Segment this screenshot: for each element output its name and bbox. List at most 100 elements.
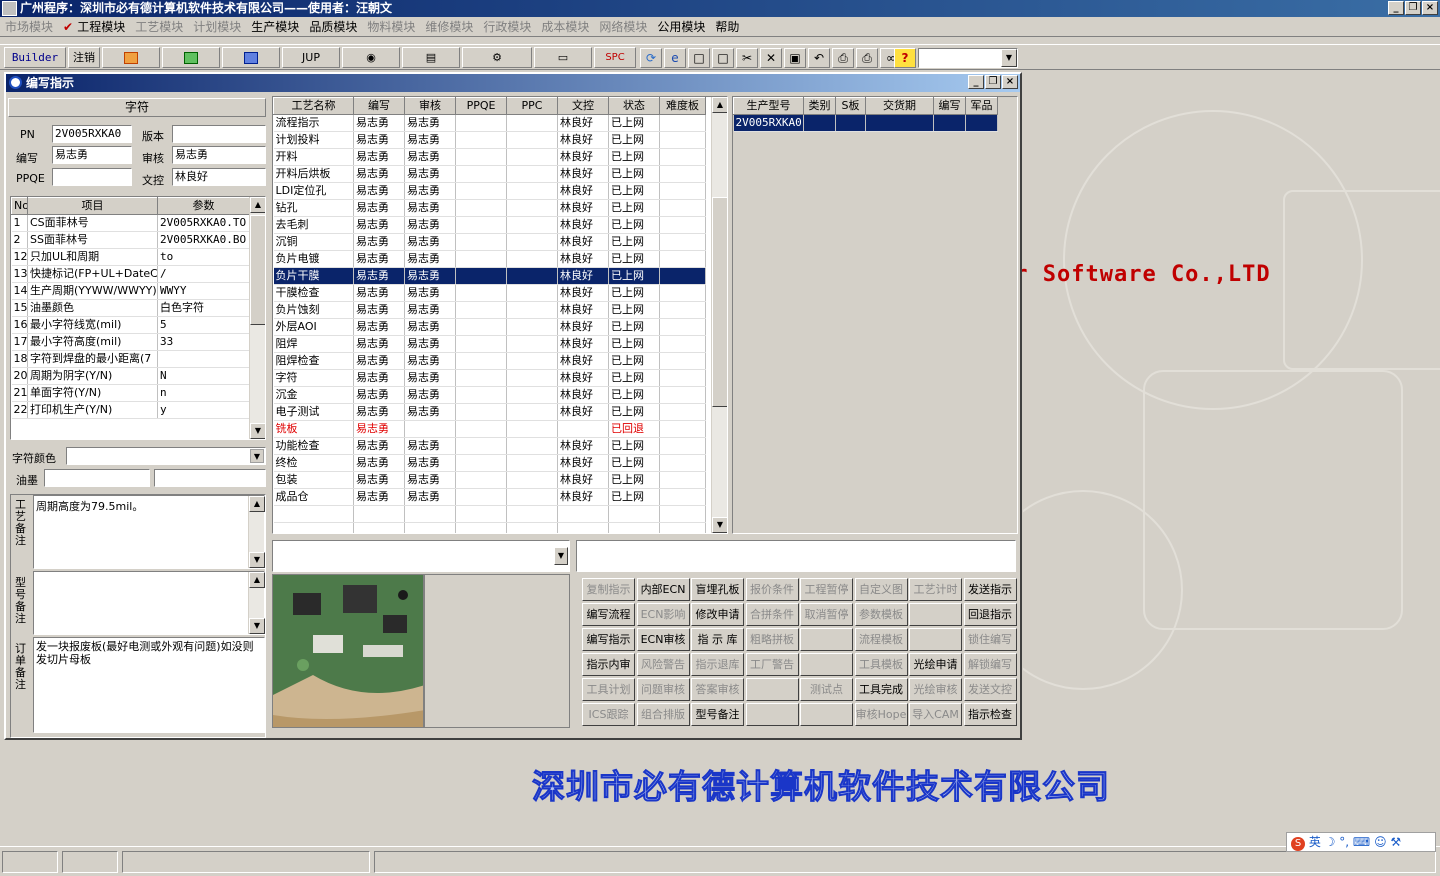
process-row[interactable]: 去毛刺 易志勇 易志勇 林良好 已上网 <box>273 216 706 234</box>
action-button-31[interactable]: 解锁编写 <box>963 653 1017 676</box>
action-button-5[interactable]: 自定义图 <box>854 578 908 601</box>
action-button-26[interactable]: 指示退库 <box>691 653 744 676</box>
process-col-2[interactable]: 审核 <box>404 97 456 115</box>
scroll-down-icon[interactable]: ▼ <box>712 517 727 533</box>
user-icon[interactable]: ☺ <box>1374 835 1387 849</box>
menu-item-12[interactable]: 帮助 <box>710 17 744 37</box>
action-button-22[interactable] <box>909 628 962 651</box>
network-button[interactable]: ⚙ <box>462 47 532 68</box>
action-button-11[interactable]: 合拼条件 <box>745 603 799 626</box>
action-button-40[interactable]: ICS跟踪 <box>582 703 635 726</box>
spc-button[interactable]: SPC <box>594 47 636 68</box>
process-row[interactable]: 负片电镀 易志勇 易志勇 林良好 已上网 <box>273 250 706 268</box>
menu-item-6[interactable]: 物料模块 <box>362 17 420 37</box>
process-col-7[interactable]: 难度板 <box>659 97 706 115</box>
action-button-24[interactable]: 指示内审 <box>582 653 635 676</box>
action-button-16[interactable]: 编写指示 <box>582 628 635 651</box>
process-row[interactable]: 包装 易志勇 易志勇 林良好 已上网 <box>273 471 706 489</box>
wrench-icon[interactable]: ⚒ <box>1390 835 1401 849</box>
menu-item-5[interactable]: 品质模块 <box>304 17 362 37</box>
writer-field[interactable]: 易志勇 <box>52 146 132 164</box>
action-button-13[interactable]: 参数模板 <box>854 603 908 626</box>
scroll-thumb[interactable] <box>712 197 727 407</box>
toolbar-combo[interactable]: ▼ <box>918 48 1018 68</box>
action-button-37[interactable]: 工具完成 <box>854 678 908 701</box>
ppqe-field[interactable] <box>52 168 132 186</box>
ime-mode[interactable]: 英 <box>1309 835 1321 849</box>
process-note-field[interactable]: 周期高度为79.5mil。 ▲ ▼ <box>33 495 265 569</box>
col-value[interactable]: 参数 <box>157 197 250 215</box>
process-row[interactable]: 开料 易志勇 易志勇 林良好 已上网 <box>273 148 706 166</box>
process-col-1[interactable]: 编写 <box>353 97 405 115</box>
keyboard-icon[interactable]: ⌨ <box>1353 835 1370 849</box>
model-note-field[interactable]: ▲ ▼ <box>33 571 265 635</box>
param-row[interactable]: 12 只加UL和周期 to <box>11 248 250 266</box>
preview-button[interactable]: ⎙ <box>832 48 854 68</box>
process-row[interactable]: 电子测试 易志勇 易志勇 林良好 已上网 <box>273 403 706 421</box>
model-row[interactable]: 2V005RXKA0 <box>733 114 998 132</box>
chevron-down-icon[interactable]: ▼ <box>1001 49 1017 67</box>
action-button-3[interactable]: 报价条件 <box>745 578 799 601</box>
jup-button[interactable]: JUP <box>282 47 340 68</box>
col-item[interactable]: 项目 <box>27 197 158 215</box>
action-button-6[interactable]: 工艺计时 <box>909 578 962 601</box>
action-button-9[interactable]: ECN影响 <box>636 603 690 626</box>
model-col-4[interactable]: 编写 <box>933 97 966 115</box>
process-row[interactable]: 开料后烘板 易志勇 易志勇 林良好 已上网 <box>273 165 706 183</box>
refresh-button[interactable]: ⟳ <box>640 48 662 68</box>
process-row[interactable]: 沉金 易志勇 易志勇 林良好 已上网 <box>273 386 706 404</box>
window-restore-icon[interactable]: ❐ <box>985 75 1001 89</box>
minimize-icon[interactable]: _ <box>1388 1 1404 15</box>
view-button[interactable]: ◉ <box>342 47 400 68</box>
param-row[interactable]: 1 CS面菲林号 2V005RXKA0.TO <box>11 214 250 232</box>
close-icon[interactable]: × <box>1422 1 1438 15</box>
menu-item-10[interactable]: 网络模块 <box>594 17 652 37</box>
model-col-0[interactable]: 生产型号 <box>733 97 804 115</box>
message-field[interactable] <box>576 540 1016 572</box>
param-row[interactable]: 17 最小字符高度(mil) 33 <box>11 333 250 351</box>
ppt-button[interactable] <box>102 47 160 68</box>
process-col-5[interactable]: 文控 <box>557 97 609 115</box>
scroll-up-icon[interactable]: ▲ <box>712 97 727 113</box>
scroll-up-icon[interactable]: ▲ <box>250 197 265 213</box>
model-col-2[interactable]: S板 <box>835 97 866 115</box>
action-button-39[interactable]: 发送文控 <box>963 678 1017 701</box>
process-col-3[interactable]: PPQE <box>455 97 507 115</box>
process-row[interactable]: 字符 易志勇 易志勇 林良好 已上网 <box>273 369 706 387</box>
ime-toolbar[interactable]: S 英 ☽ °, ⌨ ☺ ⚒ <box>1286 832 1436 852</box>
menu-item-11[interactable]: 公用模块 <box>652 17 710 37</box>
process-row[interactable]: LDI定位孔 易志勇 易志勇 林良好 已上网 <box>273 182 706 200</box>
params-scrollbar[interactable]: ▲ ▼ <box>249 197 265 439</box>
action-button-14[interactable] <box>909 603 962 626</box>
new2-button[interactable]: □ <box>712 48 734 68</box>
model-note-scrollbar[interactable]: ▲ ▼ <box>248 572 265 634</box>
process-row[interactable]: 计划投料 易志勇 易志勇 林良好 已上网 <box>273 131 706 149</box>
save-button[interactable]: ▣ <box>784 48 806 68</box>
action-button-21[interactable]: 流程模板 <box>854 628 908 651</box>
cut-button[interactable]: ✂ <box>736 48 758 68</box>
excel-button[interactable] <box>162 47 220 68</box>
scroll-thumb[interactable] <box>250 215 265 325</box>
action-button-41[interactable]: 组合排版 <box>636 703 690 726</box>
database-button[interactable]: ▤ <box>402 47 460 68</box>
action-button-32[interactable]: 工具计划 <box>582 678 635 701</box>
action-button-28[interactable] <box>800 653 853 676</box>
delete-button[interactable]: ✕ <box>760 48 782 68</box>
action-button-10[interactable]: 修改申请 <box>691 603 744 626</box>
word-button[interactable] <box>222 47 280 68</box>
model-col-3[interactable]: 交货期 <box>865 97 934 115</box>
char-color-select[interactable] <box>66 447 266 465</box>
action-button-0[interactable]: 复制指示 <box>582 578 635 601</box>
moon-icon[interactable]: ☽ <box>1325 835 1336 849</box>
menu-item-2[interactable]: 工艺模块 <box>130 17 188 37</box>
action-button-42[interactable]: 型号备注 <box>691 703 744 726</box>
action-button-12[interactable]: 取消暂停 <box>800 603 853 626</box>
computer-button[interactable]: ▭ <box>534 47 592 68</box>
doc-field[interactable]: 林良好 <box>172 168 266 186</box>
model-col-1[interactable]: 类别 <box>803 97 836 115</box>
window-close-icon[interactable]: × <box>1002 75 1018 89</box>
param-row[interactable]: 13 快捷标记(FP+UL+DateCo / <box>11 265 250 283</box>
process-col-0[interactable]: 工艺名称 <box>273 97 354 115</box>
process-col-6[interactable]: 状态 <box>608 97 660 115</box>
builder-button[interactable]: Builder <box>4 47 66 68</box>
